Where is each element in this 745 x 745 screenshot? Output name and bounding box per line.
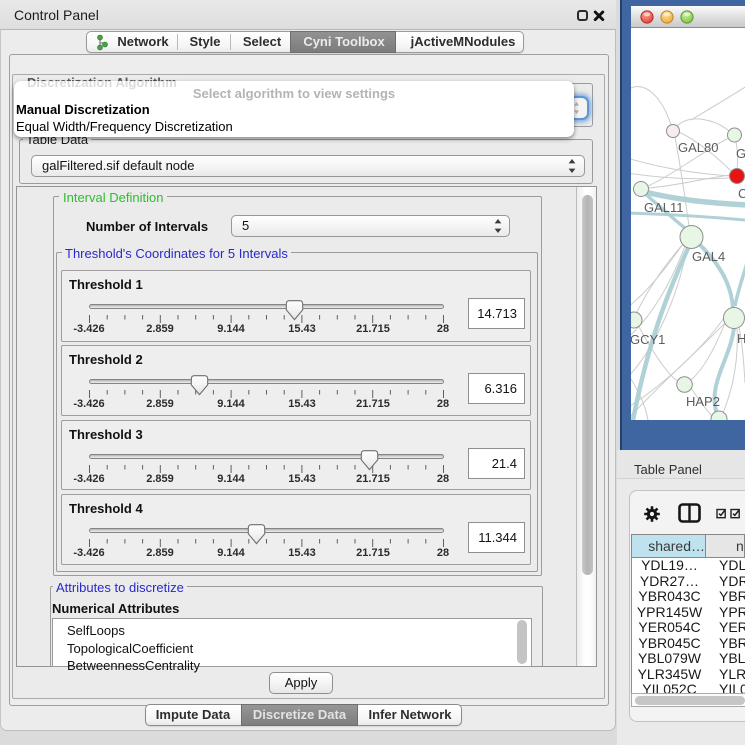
svg-text:GA: GA	[736, 146, 745, 161]
svg-text:GAL80: GAL80	[678, 140, 718, 155]
svg-text:HAP2: HAP2	[686, 394, 720, 409]
svg-text:GCY1: GCY1	[631, 332, 665, 347]
svg-text:H: H	[737, 331, 745, 346]
svg-text:GAL11: GAL11	[644, 200, 684, 215]
svg-text:C: C	[738, 186, 745, 201]
svg-text:GAL4: GAL4	[692, 249, 725, 264]
